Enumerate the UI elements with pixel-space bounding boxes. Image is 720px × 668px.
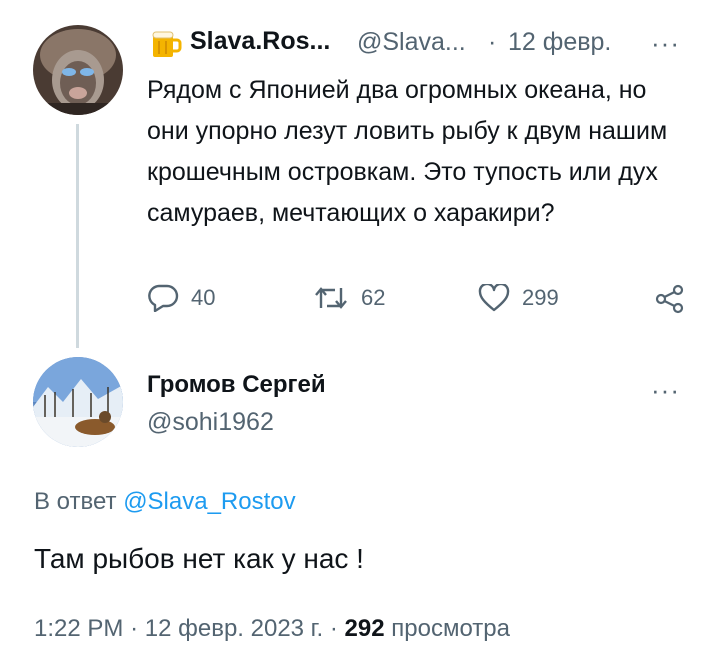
like-button[interactable]: 299	[478, 284, 559, 312]
separator-dot: ·	[329, 615, 338, 642]
more-icon[interactable]: ···	[651, 30, 680, 56]
beer-mug-icon	[150, 27, 182, 64]
reply-button[interactable]: 40	[147, 284, 215, 312]
views-label: просмотра	[391, 615, 510, 642]
like-icon	[478, 284, 510, 312]
more-icon[interactable]: ···	[651, 377, 680, 403]
reply-text: Там рыбов нет как у нас !	[34, 543, 364, 574]
like-count: 299	[522, 285, 559, 310]
retweet-count: 62	[361, 285, 386, 310]
tweet-author-handle[interactable]: @Slava...	[357, 28, 466, 57]
reply-author-handle[interactable]: @sohi1962	[147, 408, 274, 437]
reply-to-link[interactable]: @Slava_Rostov	[123, 488, 295, 515]
reply-count: 40	[191, 285, 216, 310]
share-icon	[655, 284, 685, 318]
reply-to-line: В ответ @Slava_Rostov	[34, 488, 296, 516]
reply-date[interactable]: 12 февр. 2023 г.	[145, 615, 323, 642]
separator-dot: ·	[488, 28, 497, 56]
tweet-date[interactable]: 12 февр.	[508, 28, 611, 57]
tweet-text: Рядом с Японией два огромных океана, но …	[147, 76, 668, 227]
avatar-slava[interactable]	[33, 25, 123, 115]
avatar-gromov[interactable]	[33, 357, 123, 447]
reply-time[interactable]: 1:22 PM	[34, 615, 123, 642]
reply-to-prefix: В ответ	[34, 488, 117, 515]
views-count: 292	[344, 615, 385, 642]
tweet-author-name[interactable]: Slava.Ros...	[190, 27, 330, 56]
thread-line	[76, 124, 79, 348]
share-button[interactable]	[655, 284, 685, 319]
retweet-icon	[313, 284, 349, 312]
separator-dot: ·	[130, 615, 139, 642]
retweet-button[interactable]: 62	[313, 284, 385, 312]
reply-icon	[147, 284, 179, 312]
reply-author-name[interactable]: Громов Сергей	[147, 371, 326, 399]
reply-meta: 1:22 PM · 12 февр. 2023 г. · 292 просмот…	[34, 615, 510, 643]
